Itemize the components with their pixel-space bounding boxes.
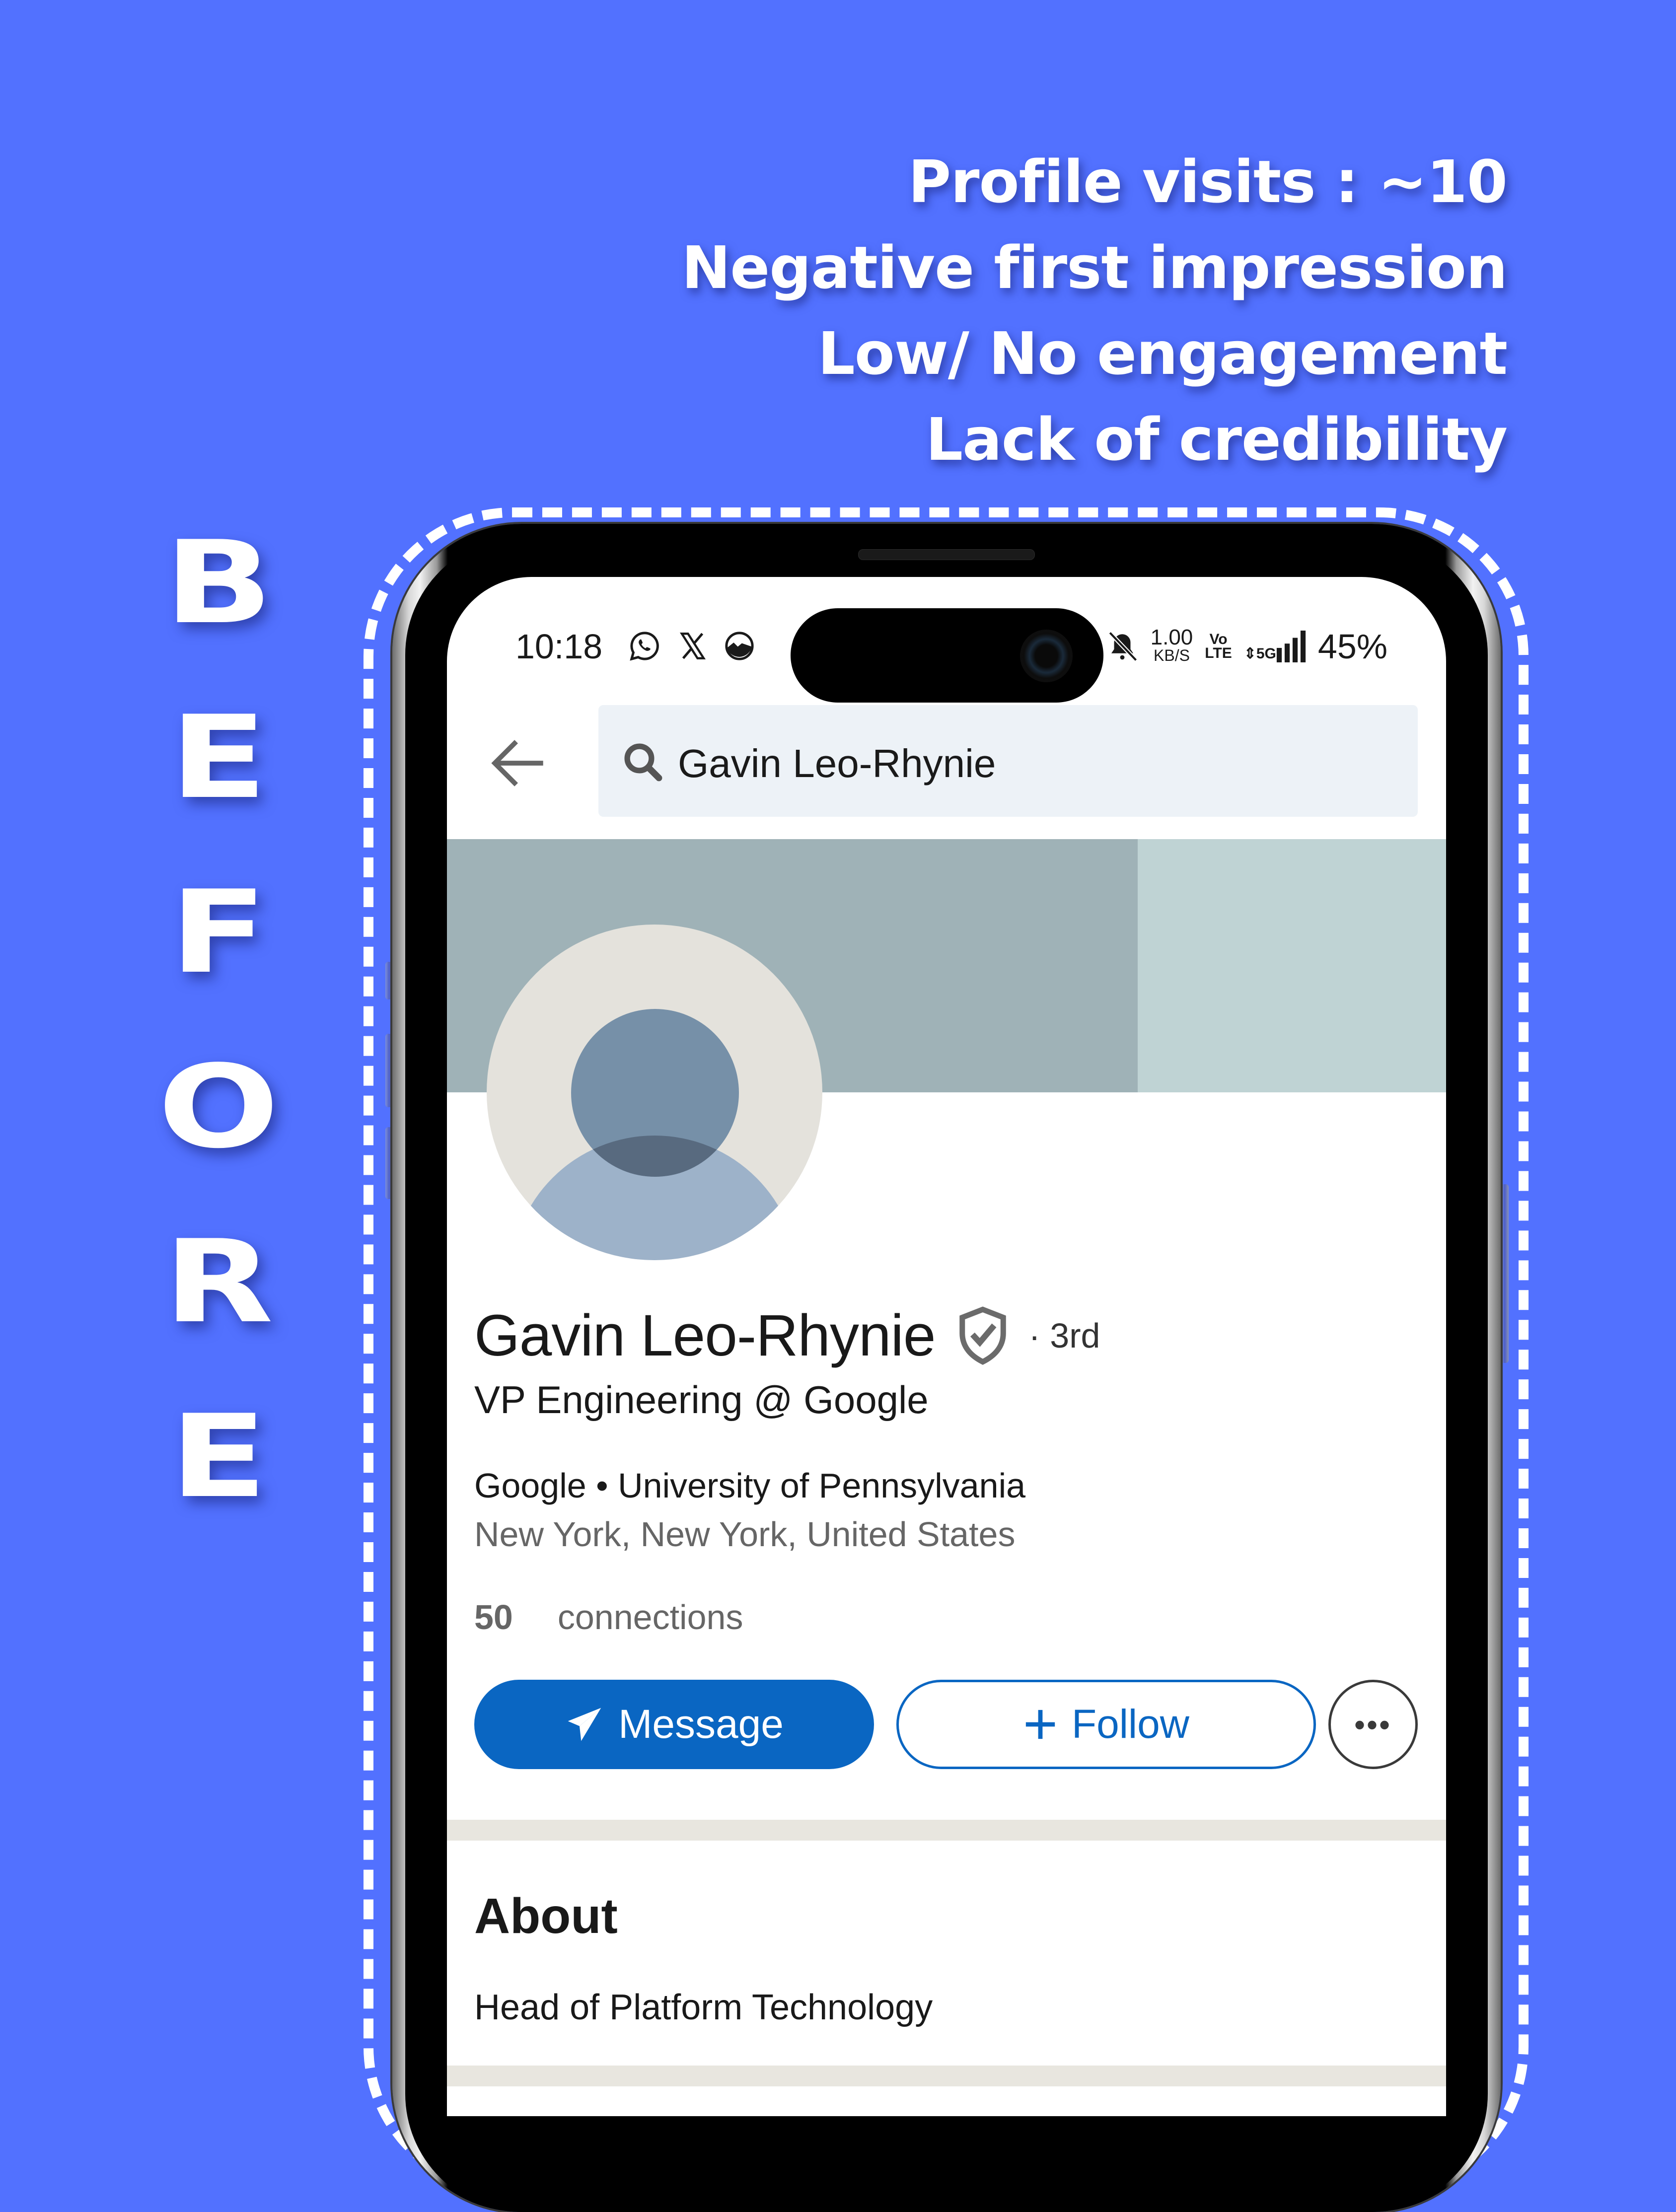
back-arrow-icon[interactable] bbox=[487, 731, 551, 795]
follow-button-label: Follow bbox=[1072, 1702, 1189, 1747]
status-bar: 10:18 1.00 KB/S Vo LTE ⇕5G 45% bbox=[447, 577, 1446, 703]
headline-profile-visits: Profile visits : ~10 bbox=[908, 147, 1508, 216]
volte-bottom: LTE bbox=[1205, 645, 1232, 661]
before-letter: F bbox=[169, 866, 268, 999]
connection-degree: · 3rd bbox=[1028, 1316, 1100, 1355]
search-query: Gavin Leo-Rhynie bbox=[678, 741, 996, 785]
headline-negative-impression: Negative first impression bbox=[681, 233, 1508, 302]
before-letter: B bbox=[164, 517, 273, 649]
before-letter: R bbox=[163, 1216, 274, 1349]
bell-muted-icon bbox=[1108, 631, 1138, 662]
before-label: B E F O R E bbox=[158, 526, 279, 1575]
verified-shield-icon[interactable] bbox=[955, 1306, 1010, 1365]
profile-name: Gavin Leo-Rhynie bbox=[474, 1303, 936, 1368]
phone-power-button bbox=[1501, 1184, 1509, 1363]
profile-headline: VP Engineering @ Google bbox=[474, 1378, 929, 1422]
whatsapp-icon bbox=[630, 632, 659, 661]
status-time: 10:18 bbox=[515, 627, 603, 666]
network-speed-unit: KB/S bbox=[1154, 646, 1190, 664]
network-speed: 1.00 KB/S bbox=[1151, 627, 1193, 665]
banner-right-panel bbox=[1138, 839, 1446, 1092]
headline-lack-credibility: Lack of credibility bbox=[925, 405, 1508, 474]
avatar-head-shadow bbox=[571, 1136, 739, 1177]
send-icon bbox=[568, 1708, 601, 1741]
signal-bars-icon bbox=[1276, 631, 1306, 662]
more-options-icon: ••• bbox=[1354, 1708, 1392, 1741]
signal-indicator: ⇕5G bbox=[1244, 631, 1306, 662]
search-icon bbox=[624, 743, 662, 782]
section-divider bbox=[447, 2066, 1446, 2086]
headline-low-engagement: Low/ No engagement bbox=[817, 319, 1508, 388]
connections-count: 50 bbox=[474, 1598, 513, 1637]
volte-top: Vo bbox=[1209, 631, 1228, 647]
phone-screen: 10:18 1.00 KB/S Vo LTE ⇕5G 45% Gavin Leo… bbox=[447, 577, 1446, 2116]
before-letter: E bbox=[169, 1391, 268, 1523]
company-and-school[interactable]: Google • University of Pennsylvania bbox=[474, 1466, 1025, 1505]
profile-name-row: Gavin Leo-Rhynie · 3rd bbox=[474, 1302, 1100, 1369]
connections-label: connections bbox=[557, 1598, 743, 1637]
before-letter: E bbox=[169, 692, 268, 824]
profile-location: New York, New York, United States bbox=[474, 1515, 1016, 1554]
headline-list: Profile visits : ~10 Negative first impr… bbox=[681, 139, 1508, 483]
more-options-button[interactable]: ••• bbox=[1328, 1680, 1418, 1769]
plus-icon bbox=[1025, 1710, 1055, 1739]
network-type-label: 5G bbox=[1256, 645, 1276, 662]
battery-percent: 45% bbox=[1317, 627, 1387, 666]
message-button-label: Message bbox=[618, 1702, 784, 1747]
x-icon bbox=[679, 633, 706, 659]
about-text: Head of Platform Technology bbox=[474, 1988, 933, 2027]
before-letter: O bbox=[157, 1041, 280, 1174]
connections-link[interactable]: 50 connections bbox=[474, 1597, 743, 1637]
section-divider bbox=[447, 1820, 1446, 1841]
profile-avatar[interactable] bbox=[487, 925, 822, 1260]
message-button[interactable]: Message bbox=[474, 1680, 874, 1769]
network-speed-value: 1.00 bbox=[1150, 625, 1193, 649]
avatar-head-silhouette bbox=[571, 1009, 739, 1177]
search-input[interactable]: Gavin Leo-Rhynie bbox=[598, 705, 1418, 817]
volte-indicator: Vo LTE bbox=[1205, 631, 1232, 661]
front-camera bbox=[1020, 630, 1073, 682]
about-heading: About bbox=[474, 1888, 618, 1944]
status-indicators: 1.00 KB/S Vo LTE ⇕5G 45% bbox=[1106, 627, 1387, 666]
phone-speaker bbox=[858, 549, 1035, 560]
network-type: ⇕5G bbox=[1243, 645, 1276, 662]
gallery-sync-icon bbox=[725, 632, 754, 660]
follow-button[interactable]: Follow bbox=[896, 1680, 1316, 1769]
